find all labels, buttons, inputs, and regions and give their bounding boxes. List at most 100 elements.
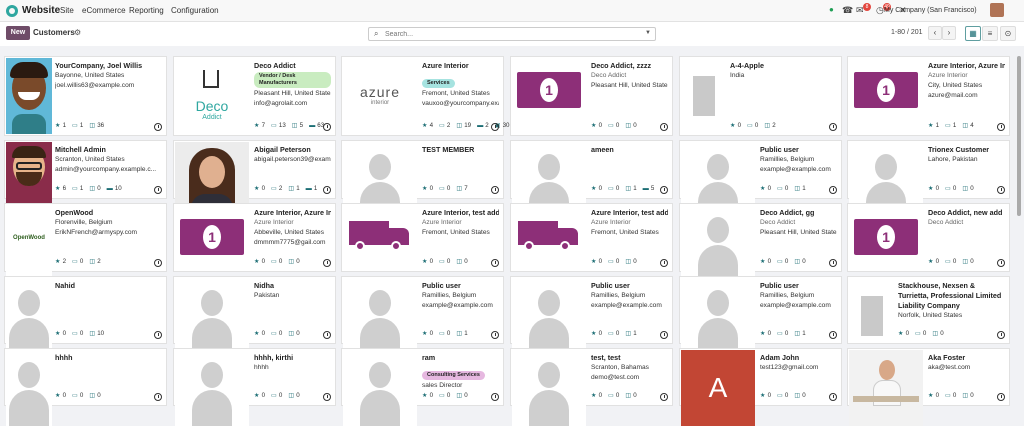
search-bar[interactable]: ⌕ ▼ [368, 27, 656, 41]
partner-card[interactable]: hhhh, kirthi hhhh ★ 0 ▭ 0 ◫ 0 [173, 348, 336, 426]
pager-value[interactable]: 1-80 / 201 [891, 29, 923, 36]
stat-count[interactable]: 0 [616, 122, 619, 129]
stat-count[interactable]: 0 [785, 185, 788, 192]
partner-card[interactable]: Deco Addict, gg Deco Addict Pleasant Hill,… [679, 203, 842, 281]
chevron-down-icon[interactable]: ▼ [645, 30, 651, 36]
activity-clock-icon[interactable] [997, 123, 1005, 131]
stat-count[interactable]: 0 [296, 392, 299, 399]
stat-count[interactable]: 10 [97, 330, 104, 337]
menu-configuration[interactable]: Configuration [171, 6, 219, 15]
stat-count[interactable]: 0 [279, 330, 282, 337]
map-view-icon[interactable]: ⊙ [1000, 26, 1016, 41]
stat-count[interactable]: 30 [503, 122, 510, 129]
stat-count[interactable]: 0 [447, 330, 450, 337]
activity-clock-icon[interactable] [660, 123, 668, 131]
partner-card[interactable]: Nahid ★ 0 ▭ 0 ◫ 10 [4, 276, 167, 354]
partner-card[interactable]: azure interior Azure Interior Services Fremo… [341, 56, 509, 136]
stat-count[interactable]: 0 [768, 258, 771, 265]
stat-count[interactable]: 0 [599, 258, 602, 265]
stat-count[interactable]: 0 [616, 185, 619, 192]
stat-count[interactable]: 0 [430, 392, 433, 399]
stat-count[interactable]: 0 [768, 392, 771, 399]
stat-count[interactable]: 0 [633, 258, 636, 265]
activity-clock-icon[interactable] [491, 186, 499, 194]
stat-count[interactable]: 0 [464, 392, 467, 399]
stat-count[interactable]: 0 [447, 185, 450, 192]
stat-count[interactable]: 0 [936, 258, 939, 265]
stat-count[interactable]: 2 [97, 258, 100, 265]
partner-card[interactable]: Aka Foster aka@test.com ★ 0 ▭ 0 ◫ 0 [847, 348, 1010, 426]
stat-count[interactable]: 0 [430, 185, 433, 192]
activity-clock-icon[interactable] [491, 259, 499, 267]
stat-count[interactable]: 0 [802, 258, 805, 265]
stat-count[interactable]: 2 [772, 122, 775, 129]
stat-count[interactable]: 0 [755, 122, 758, 129]
stat-count[interactable]: 0 [296, 330, 299, 337]
stat-count[interactable]: 0 [633, 122, 636, 129]
stat-count[interactable]: 0 [599, 392, 602, 399]
pager-previous-button[interactable]: ‹ [928, 26, 942, 40]
pager-next-button[interactable]: › [942, 26, 956, 40]
stat-count[interactable]: 0 [802, 392, 805, 399]
stat-count[interactable]: 0 [80, 258, 83, 265]
stat-count[interactable]: 13 [279, 122, 286, 129]
stat-count[interactable]: 1 [633, 185, 636, 192]
stat-count[interactable]: 0 [262, 185, 265, 192]
list-view-icon[interactable]: ≡ [982, 26, 998, 41]
partner-card[interactable]: Azure Interior, Azure Interior Azure Inte… [847, 56, 1010, 136]
stat-count[interactable]: 6 [63, 185, 66, 192]
stat-count[interactable]: 0 [936, 185, 939, 192]
stat-count[interactable]: 0 [97, 185, 100, 192]
stat-count[interactable]: 1 [936, 122, 939, 129]
activity-clock-icon[interactable] [491, 393, 499, 401]
kanban-view-icon[interactable]: ▦ [965, 26, 981, 41]
menu-site[interactable]: Site [60, 6, 74, 15]
partner-card[interactable]: test, test Scranton, Bahamas demo@test.com… [510, 348, 673, 426]
activity-clock-icon[interactable] [829, 331, 837, 339]
stat-count[interactable]: 0 [262, 392, 265, 399]
stat-count[interactable]: 0 [953, 258, 956, 265]
activity-clock-icon[interactable] [660, 259, 668, 267]
activity-clock-icon[interactable] [491, 331, 499, 339]
stat-count[interactable]: 0 [279, 392, 282, 399]
stat-count[interactable]: 0 [63, 392, 66, 399]
partner-card[interactable]: Public user Ramillies, Belgium example@exa… [679, 140, 842, 218]
activity-clock-icon[interactable] [660, 331, 668, 339]
stat-count[interactable]: 1 [464, 330, 467, 337]
stat-count[interactable]: 2 [447, 122, 450, 129]
activity-clock-icon[interactable] [660, 393, 668, 401]
activity-clock-icon[interactable] [154, 393, 162, 401]
app-logo-icon[interactable] [6, 5, 18, 17]
stat-count[interactable]: 0 [599, 330, 602, 337]
activity-clock-icon[interactable] [829, 186, 837, 194]
activity-clock-icon[interactable] [829, 123, 837, 131]
activity-clock-icon[interactable] [323, 393, 331, 401]
app-name[interactable]: Website [22, 5, 60, 16]
activity-clock-icon[interactable] [154, 123, 162, 131]
stat-count[interactable]: 0 [953, 185, 956, 192]
partner-card[interactable]: Nidha Pakistan ★ 0 ▭ 0 ◫ 0 [173, 276, 336, 354]
stat-count[interactable]: 0 [262, 330, 265, 337]
activity-clock-icon[interactable] [491, 123, 499, 131]
stat-count[interactable]: 0 [633, 392, 636, 399]
stat-count[interactable]: 0 [906, 330, 909, 337]
stat-count[interactable]: 0 [430, 330, 433, 337]
stat-count[interactable]: 2 [63, 258, 66, 265]
stat-count[interactable]: 0 [768, 185, 771, 192]
stat-count[interactable]: 0 [262, 258, 265, 265]
partner-card[interactable]: Azure Interior, test address 1 Azure Inte… [341, 203, 504, 272]
activity-clock-icon[interactable] [997, 393, 1005, 401]
stat-count[interactable]: 1 [63, 122, 66, 129]
stat-count[interactable]: 0 [279, 258, 282, 265]
stat-count[interactable]: 0 [936, 392, 939, 399]
stat-count[interactable]: 7 [464, 185, 467, 192]
stat-count[interactable]: 1 [296, 185, 299, 192]
stat-count[interactable]: 4 [970, 122, 973, 129]
user-avatar[interactable] [990, 3, 1004, 17]
stat-count[interactable]: 1 [314, 185, 317, 192]
stat-count[interactable]: 0 [296, 258, 299, 265]
activity-clock-icon[interactable] [323, 123, 331, 131]
partner-card[interactable]: Public user Ramillies, Belgium example@exa… [679, 276, 842, 354]
partner-card[interactable]: A Adam John test123@gmail.com ★ 0 ▭ 0 ◫ 0 [679, 348, 842, 426]
stat-count[interactable]: 0 [923, 330, 926, 337]
